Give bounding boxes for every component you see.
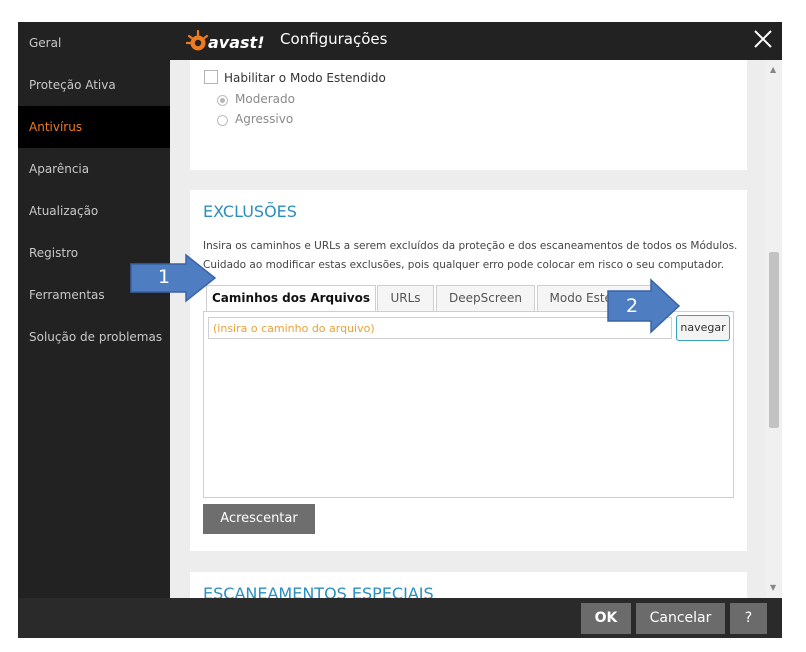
sidebar-item-solucao-de-problemas[interactable]: Solução de problemas bbox=[18, 316, 170, 358]
sidebar-item-atualizacao[interactable]: Atualização bbox=[18, 190, 170, 232]
logo-text: avast! bbox=[208, 33, 265, 52]
radio-moderado[interactable] bbox=[217, 95, 228, 106]
scroll-down-icon[interactable]: ▼ bbox=[770, 584, 776, 592]
arrow-right-icon bbox=[607, 278, 681, 334]
sidebar-item-aparencia[interactable]: Aparência bbox=[18, 148, 170, 190]
exclusions-title: EXCLUSÕES bbox=[203, 202, 297, 221]
close-button[interactable] bbox=[750, 26, 776, 52]
special-scans-panel: ESCANEAMENTOS ESPECIAIS bbox=[190, 572, 747, 598]
footer-bar: OK Cancelar ? bbox=[170, 598, 782, 638]
title-bar: avast! Configurações bbox=[170, 22, 782, 60]
add-button[interactable]: Acrescentar bbox=[203, 504, 315, 534]
avast-logo-icon: avast! bbox=[185, 29, 265, 52]
vertical-scrollbar[interactable]: ▲ ▼ bbox=[766, 60, 782, 598]
avast-logo: avast! bbox=[185, 28, 276, 54]
extended-mode-label: Habilitar o Modo Estendido bbox=[224, 71, 386, 85]
ok-button[interactable]: OK bbox=[581, 603, 631, 634]
extended-mode-panel: Habilitar o Modo Estendido Moderado Agre… bbox=[190, 60, 747, 170]
file-paths-tab-content: navegar bbox=[203, 311, 734, 498]
radio-agressivo[interactable] bbox=[217, 115, 228, 126]
sidebar-item-antivirus[interactable]: Antivírus bbox=[18, 106, 170, 148]
exclusions-description-line1: Insira os caminhos e URLs a serem excluí… bbox=[203, 240, 738, 252]
sidebar-item-protecao-ativa[interactable]: Proteção Ativa bbox=[18, 64, 170, 106]
close-icon bbox=[754, 30, 772, 48]
radio-agressivo-label: Agressivo bbox=[235, 112, 294, 126]
tab-caminhos-dos-arquivos[interactable]: Caminhos dos Arquivos bbox=[206, 285, 376, 312]
help-button[interactable]: ? bbox=[730, 603, 767, 634]
radio-moderado-label: Moderado bbox=[235, 92, 295, 106]
scroll-up-icon[interactable]: ▲ bbox=[770, 66, 776, 74]
callout-arrow-2: 2 bbox=[605, 278, 682, 334]
callout-number-1: 1 bbox=[158, 266, 171, 288]
browse-button[interactable]: navegar bbox=[676, 315, 730, 341]
cancel-button[interactable]: Cancelar bbox=[636, 603, 725, 634]
special-scans-title: ESCANEAMENTOS ESPECIAIS bbox=[203, 584, 434, 598]
scroll-thumb[interactable] bbox=[769, 252, 779, 428]
arrow-right-icon bbox=[130, 253, 217, 303]
exclusions-description-line2: Cuidado ao modificar estas exclusões, po… bbox=[203, 259, 725, 271]
file-path-input[interactable] bbox=[208, 317, 672, 339]
tab-urls[interactable]: URLs bbox=[377, 285, 434, 311]
extended-mode-checkbox[interactable] bbox=[204, 70, 218, 84]
exclusions-panel: EXCLUSÕES Insira os caminhos e URLs a se… bbox=[190, 190, 747, 551]
sidebar-item-geral[interactable]: Geral bbox=[18, 22, 170, 64]
callout-arrow-1: 1 bbox=[128, 253, 218, 303]
sidebar: Geral Proteção Ativa Antivírus Aparência… bbox=[18, 22, 170, 598]
callout-number-2: 2 bbox=[626, 295, 639, 317]
window-title: Configurações bbox=[280, 30, 388, 48]
tab-deepscreen[interactable]: DeepScreen bbox=[436, 285, 535, 311]
